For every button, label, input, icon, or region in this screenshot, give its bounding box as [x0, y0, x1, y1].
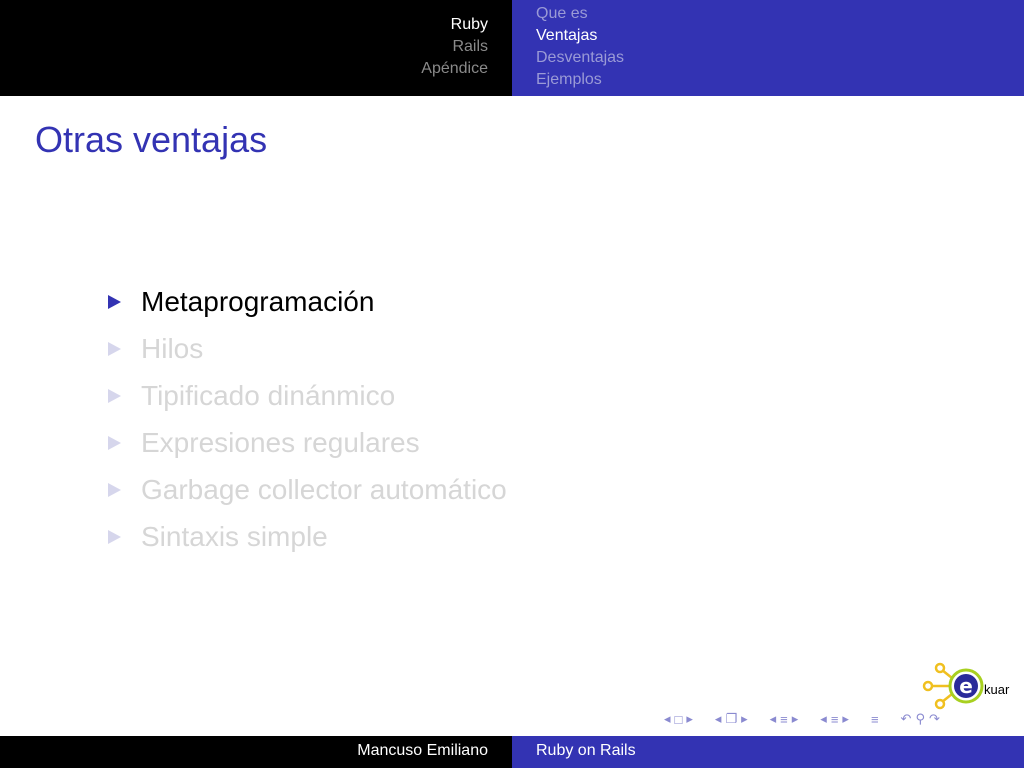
section-link-rails[interactable]: Rails — [421, 36, 488, 58]
prev-section-icon[interactable]: ◂ — [820, 711, 827, 727]
subsection-link-ejemplos[interactable]: Ejemplos — [536, 69, 624, 91]
bullet-item: Sintaxis simple — [108, 513, 507, 560]
section-list: Ruby Rails Apéndice — [421, 14, 488, 80]
footer-title: Ruby on Rails — [536, 742, 636, 759]
navigation-symbols: ◂ □ ▸ ◂ ❐ ▸ ◂ ≡ ▸ ◂ ≡ ▸ ≡ ↶ ⚲ ↷ — [664, 708, 940, 730]
prev-frame-icon[interactable]: ◂ — [715, 711, 722, 727]
prev-slide-icon[interactable]: ◂ — [664, 711, 671, 727]
bullet-text: Hilos — [141, 332, 204, 364]
bullet-item: Metaprogramación — [108, 278, 507, 325]
section-icon[interactable]: ≡ — [831, 712, 839, 727]
triangle-bullet-icon — [108, 294, 121, 309]
svg-text:e: e — [959, 674, 973, 698]
triangle-bullet-icon — [108, 435, 121, 450]
bullet-item: Garbage collector automático — [108, 466, 507, 513]
next-frame-icon[interactable]: ▸ — [741, 711, 748, 727]
logo-text: kuar — [984, 682, 1010, 697]
bullet-item: Hilos — [108, 325, 507, 372]
footer-author: Mancuso Emiliano — [357, 742, 488, 759]
next-slide-icon[interactable]: ▸ — [686, 711, 693, 727]
frame-stack-icon[interactable]: ❐ — [725, 711, 737, 727]
section-link-apendice[interactable]: Apéndice — [421, 58, 488, 80]
prev-subsection-icon[interactable]: ◂ — [770, 711, 777, 727]
slide-frame-icon[interactable]: □ — [675, 712, 683, 727]
triangle-bullet-icon — [108, 529, 121, 544]
triangle-bullet-icon — [108, 341, 121, 356]
bullet-text: Metaprogramación — [141, 285, 375, 317]
forward-icon[interactable]: ↷ — [929, 711, 940, 727]
subsection-link-desventajas[interactable]: Desventajas — [536, 47, 624, 69]
footer-author-panel: Mancuso Emiliano — [0, 736, 512, 768]
back-icon[interactable]: ↶ — [901, 711, 912, 727]
subsection-link-que-es[interactable]: Que es — [536, 3, 624, 25]
bullet-item: Tipificado dinánmico — [108, 372, 507, 419]
header-sections-panel: Ruby Rails Apéndice — [0, 0, 512, 96]
document-icon[interactable]: ≡ — [871, 712, 879, 727]
footer-title-panel: Ruby on Rails — [512, 736, 1024, 768]
bullet-list: Metaprogramación Hilos Tipificado dinánm… — [108, 278, 507, 560]
ekuar-logo: e kuar — [922, 662, 1010, 710]
bullet-text: Sintaxis simple — [141, 520, 328, 552]
triangle-bullet-icon — [108, 482, 121, 497]
next-subsection-icon[interactable]: ▸ — [792, 711, 799, 727]
bullet-text: Tipificado dinánmico — [141, 379, 396, 411]
subsection-icon[interactable]: ≡ — [780, 712, 788, 727]
frame-title: Otras ventajas — [35, 119, 268, 160]
section-link-ruby[interactable]: Ruby — [421, 14, 488, 36]
subsection-link-ventajas[interactable]: Ventajas — [536, 25, 624, 47]
subsection-list: Que es Ventajas Desventajas Ejemplos — [536, 3, 624, 91]
triangle-bullet-icon — [108, 388, 121, 403]
header-subsections-panel: Que es Ventajas Desventajas Ejemplos — [512, 0, 1024, 96]
next-section-icon[interactable]: ▸ — [842, 711, 849, 727]
bullet-item: Expresiones regulares — [108, 419, 507, 466]
search-icon[interactable]: ⚲ — [915, 711, 925, 727]
bullet-text: Expresiones regulares — [141, 426, 420, 458]
bullet-text: Garbage collector automático — [141, 473, 507, 505]
